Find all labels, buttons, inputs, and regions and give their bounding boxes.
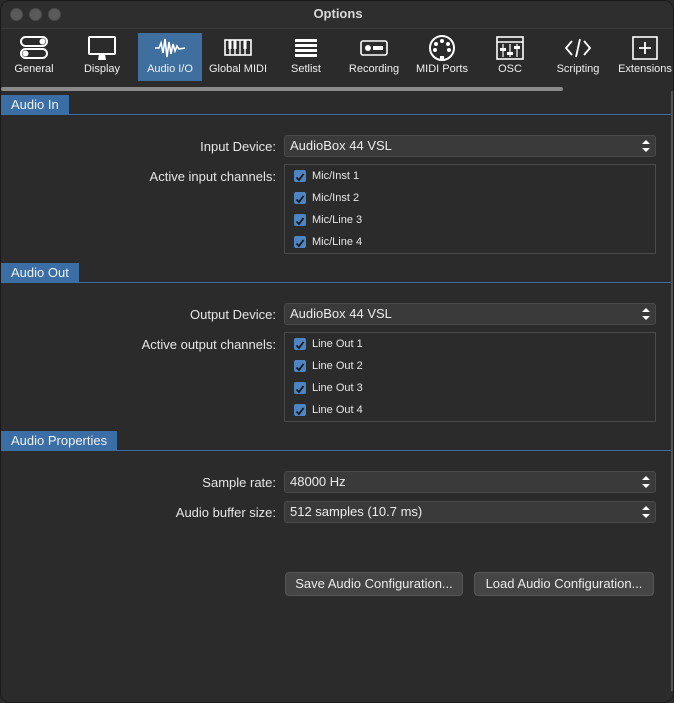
channel-label: Mic/Inst 2 — [312, 192, 360, 204]
channel-label: Line Out 1 — [312, 338, 363, 350]
list-icon — [279, 33, 333, 63]
channel-label: Mic/Inst 1 — [312, 170, 360, 182]
window-title: Options — [313, 6, 363, 21]
channel-label: Line Out 4 — [312, 404, 363, 416]
section-divider — [1, 450, 673, 451]
plus-icon — [615, 33, 673, 63]
tab-audio-io[interactable]: Audio I/O — [138, 33, 202, 81]
section-header-audio-properties: Audio Properties — [1, 431, 118, 451]
input-channels-list: Mic/Inst 1 Mic/Inst 2 Mic/Line 3 Mic/Lin… — [284, 164, 656, 254]
up-down-arrows-icon — [641, 474, 651, 490]
select-value: AudioBox 44 VSL — [290, 306, 392, 321]
tab-scripting[interactable]: Scripting — [549, 33, 607, 81]
select-value: 48000 Hz — [290, 474, 346, 489]
tab-label: Setlist — [291, 63, 321, 75]
checkbox[interactable] — [294, 360, 306, 372]
up-down-arrows-icon — [641, 504, 651, 520]
title-bar: Options — [1, 1, 673, 29]
toggles-icon — [7, 33, 61, 63]
save-audio-configuration-button[interactable]: Save Audio Configuration... — [285, 572, 463, 596]
channel-label: Mic/Line 3 — [312, 214, 363, 226]
section-header-audio-out: Audio Out — [1, 263, 79, 283]
preferences-toolbar: General Display Audio I/O Global MIDI Se… — [1, 29, 673, 87]
checkbox[interactable] — [294, 236, 306, 248]
section-header-audio-in: Audio In — [1, 95, 69, 115]
options-window: Options General Display Audio I/O Global… — [0, 0, 674, 703]
input-device-select[interactable]: AudioBox 44 VSL — [284, 135, 656, 157]
load-audio-configuration-button[interactable]: Load Audio Configuration... — [474, 572, 654, 596]
checkbox[interactable] — [294, 192, 306, 204]
mixer-icon — [487, 33, 533, 63]
tab-label: Extensions — [618, 63, 672, 75]
active-input-channels-label: Active input channels: — [149, 169, 276, 184]
section-divider — [1, 114, 673, 115]
channel-label: Line Out 3 — [312, 382, 363, 394]
select-value: AudioBox 44 VSL — [290, 138, 392, 153]
output-device-label: Output Device: — [190, 307, 276, 322]
channel-label: Mic/Line 4 — [312, 236, 363, 248]
tab-setlist[interactable]: Setlist — [279, 33, 333, 81]
tab-display[interactable]: Display — [75, 33, 129, 81]
sample-rate-select[interactable]: 48000 Hz — [284, 471, 656, 493]
code-icon — [549, 33, 607, 63]
tab-osc[interactable]: OSC — [487, 33, 533, 81]
tab-global-midi[interactable]: Global MIDI — [206, 33, 270, 81]
rec-icon — [343, 33, 405, 63]
tab-label: OSC — [498, 63, 522, 75]
tab-label: Recording — [348, 63, 400, 75]
select-value: 512 samples (10.7 ms) — [290, 504, 423, 519]
tab-label: General — [14, 63, 54, 75]
tab-label: Global MIDI — [208, 63, 268, 75]
output-device-select[interactable]: AudioBox 44 VSL — [284, 303, 656, 325]
sample-rate-label: Sample rate: — [202, 475, 276, 490]
audio-buffer-size-select[interactable]: 512 samples (10.7 ms) — [284, 501, 656, 523]
monitor-icon — [75, 33, 129, 63]
up-down-arrows-icon — [641, 138, 651, 154]
tab-label: Display — [83, 63, 121, 75]
checkbox[interactable] — [294, 338, 306, 350]
checkbox[interactable] — [294, 382, 306, 394]
tab-label: Scripting — [556, 63, 600, 75]
tab-general[interactable]: General — [7, 33, 61, 81]
checkbox[interactable] — [294, 404, 306, 416]
tab-label: Audio I/O — [147, 63, 193, 75]
active-output-channels-label: Active output channels: — [141, 337, 276, 352]
tab-midi-ports[interactable]: MIDI Ports — [413, 33, 471, 81]
tab-extensions[interactable]: Extensions — [615, 33, 673, 81]
checkbox[interactable] — [294, 214, 306, 226]
waveform-icon — [138, 33, 202, 63]
section-divider — [1, 282, 673, 283]
tab-label: MIDI Ports — [416, 63, 468, 75]
audio-buffer-size-label: Audio buffer size: — [175, 505, 276, 520]
up-down-arrows-icon — [641, 306, 651, 322]
keyboard-icon — [206, 33, 270, 63]
channel-label: Line Out 2 — [312, 360, 363, 372]
checkbox[interactable] — [294, 170, 306, 182]
toolbar-scrollbar[interactable] — [1, 87, 563, 91]
input-device-label: Input Device: — [200, 139, 276, 154]
output-channels-list: Line Out 1 Line Out 2 Line Out 3 Line Ou… — [284, 332, 656, 422]
tab-recording[interactable]: Recording — [343, 33, 405, 81]
midi-port-icon — [413, 33, 471, 63]
window-edge — [671, 91, 673, 691]
